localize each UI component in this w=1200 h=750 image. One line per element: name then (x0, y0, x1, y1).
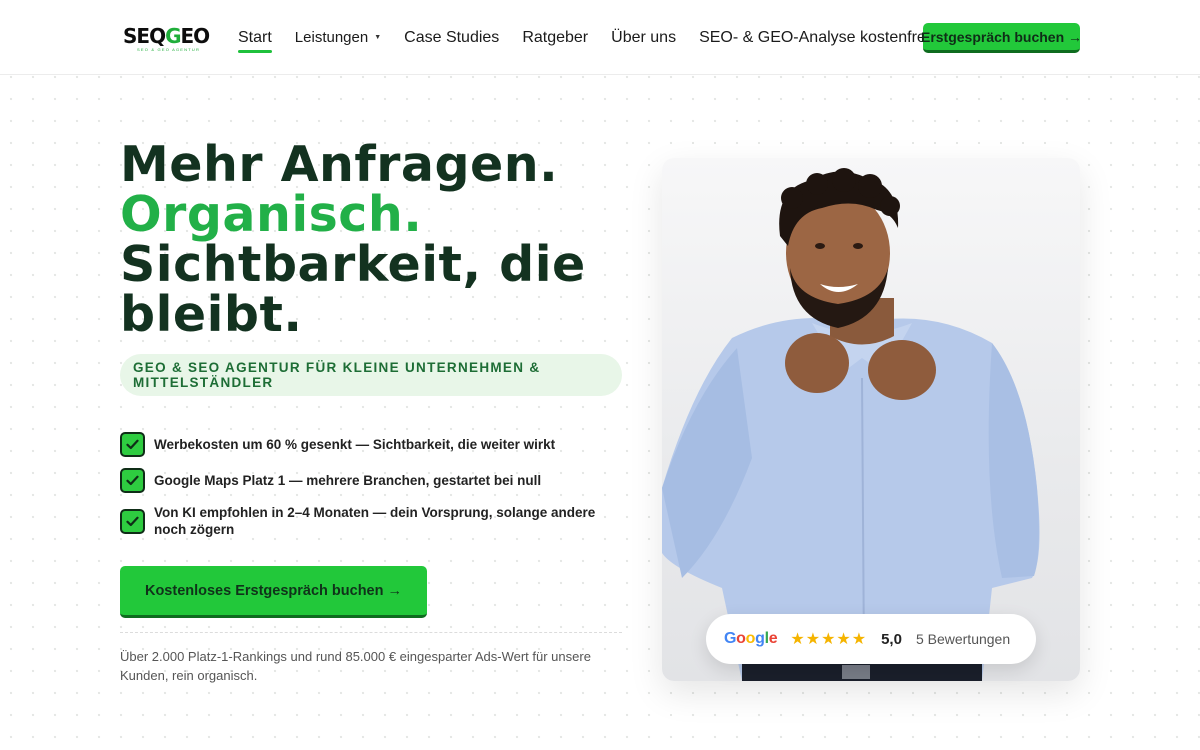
site-header: SEQGEO SEO & GEO AGENTUR Start Leistunge… (0, 0, 1200, 75)
benefit-text: Von KI empfohlen in 2–4 Monaten — dein V… (154, 505, 596, 537)
book-call-button[interactable]: Erstgespräch buchen → (921, 23, 1082, 53)
logo[interactable]: SEQGEO SEO & GEO AGENTUR (123, 24, 210, 52)
benefit-text: Werbekosten um 60 % gesenkt — Sichtbarke… (154, 437, 556, 452)
nav-item-case-studies[interactable]: Case Studies (404, 29, 499, 47)
check-icon (120, 432, 145, 457)
nav-item-start[interactable]: Start (238, 29, 272, 53)
main-nav: Start Leistungen ▼ Case Studies Ratgeber … (238, 0, 952, 75)
person-illustration (662, 168, 1040, 681)
nav-item-ueber-uns[interactable]: Über uns (611, 29, 676, 47)
google-logo: Google (724, 630, 778, 647)
free-consultation-button[interactable]: Kostenloses Erstgespräch buchen → (120, 566, 427, 618)
nav-item-leistungen[interactable]: Leistungen ▼ (295, 29, 381, 46)
chevron-down-icon: ▼ (374, 34, 382, 41)
review-count: 5 Bewertungen (915, 631, 1011, 647)
logo-tagline: SEO & GEO AGENTUR (137, 47, 201, 52)
rating-value: 5,0 (881, 630, 902, 648)
headline-line-2: Organisch. (120, 186, 423, 243)
hero-photo (662, 158, 1080, 681)
benefit-item: Von KI empfohlen in 2–4 Monaten — dein V… (120, 504, 620, 538)
hero-headline: Mehr Anfragen. Organisch. Sichtbarkeit, … (120, 140, 620, 340)
headline-line-3: Sichtbarkeit, die (120, 236, 586, 293)
benefit-item: Werbekosten um 60 % gesenkt — Sichtbarke… (120, 432, 620, 457)
benefit-item: Google Maps Platz 1 — mehrere Branchen, … (120, 468, 620, 493)
benefit-text: Google Maps Platz 1 — mehrere Branchen, … (154, 473, 542, 488)
headline-line-4: bleibt. (120, 286, 303, 343)
check-icon (120, 468, 145, 493)
logo-text: SEQGEO (123, 24, 210, 48)
results-note: Über 2.000 Platz-1-Rankings und rund 85.… (120, 649, 591, 683)
headline-line-1: Mehr Anfragen. (120, 136, 559, 193)
divider (120, 632, 622, 633)
star-rating-icons: ★★★★★ (790, 631, 868, 648)
nav-item-ratgeber[interactable]: Ratgeber (522, 29, 588, 47)
tagline-badge: GEO & SEO AGENTUR FÜR KLEINE UNTERNEHMEN… (120, 354, 622, 396)
google-review-badge[interactable]: Google ★★★★★ 5,0 5 Bewertungen (706, 614, 1036, 664)
nav-item-analyse[interactable]: SEO- & GEO-Analyse kostenfrei (699, 29, 929, 47)
check-icon (120, 509, 145, 534)
